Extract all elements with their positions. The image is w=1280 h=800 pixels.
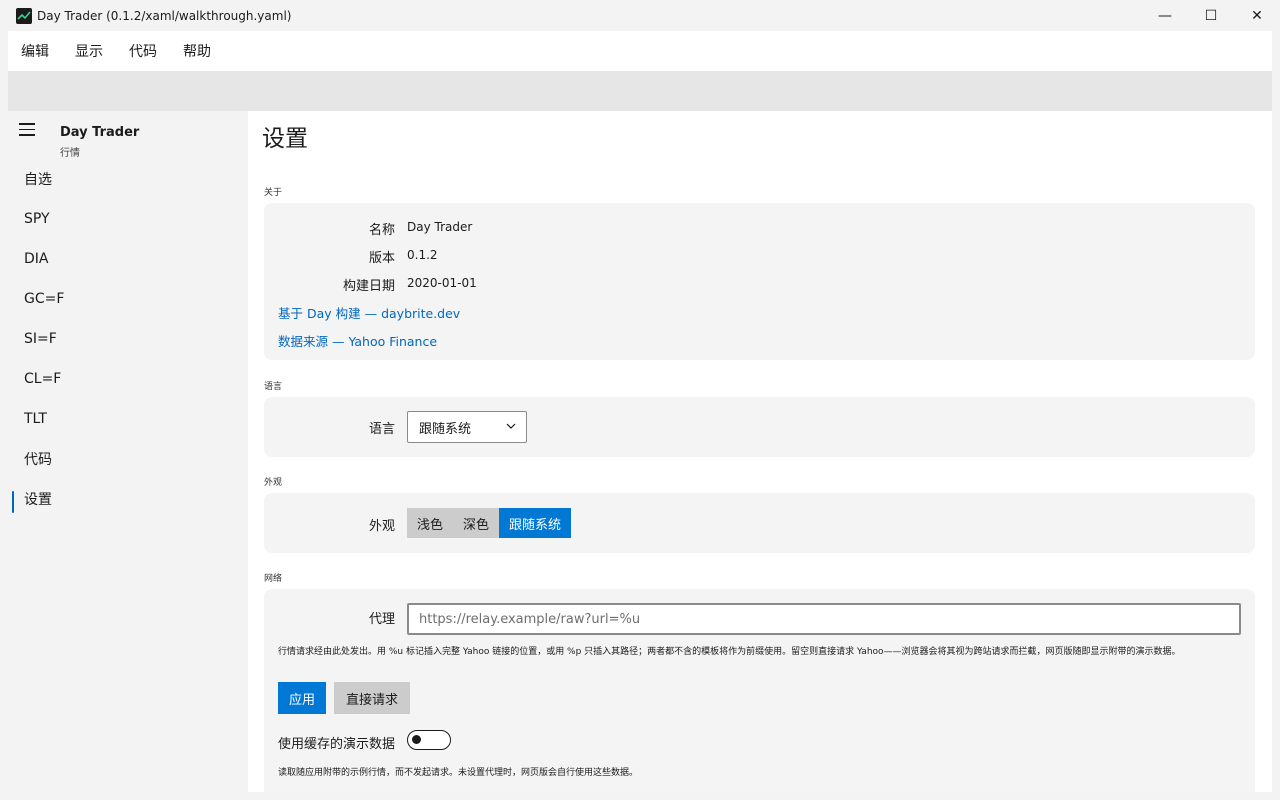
maximize-button[interactable]: ☐ — [1188, 0, 1234, 31]
close-icon: ✕ — [1251, 7, 1263, 24]
proxy-label: 代理 — [368, 612, 395, 627]
appearance-label: 外观 — [368, 519, 395, 534]
data-source-link[interactable]: 数据来源 — Yahoo Finance — [278, 331, 437, 350]
sidebar-item-watchlist[interactable]: 自选 — [8, 159, 248, 199]
minimize-button[interactable]: — — [1142, 0, 1188, 31]
sidebar: Day Trader 行情 自选 SPY DIA GC=F SI=F CL=F … — [8, 111, 248, 792]
toggle-knob — [412, 735, 421, 744]
nav-list: 自选 SPY DIA GC=F SI=F CL=F TLT 代码 设置 — [8, 159, 248, 519]
close-button[interactable]: ✕ — [1234, 0, 1280, 31]
build-date-value: 2020-01-01 — [407, 276, 477, 290]
version-label: 版本 — [368, 251, 395, 266]
apply-button[interactable]: 应用 — [278, 682, 326, 714]
theme-system-button[interactable]: 跟随系统 — [499, 508, 572, 538]
sidebar-item-code[interactable]: 代码 — [8, 439, 248, 479]
version-value: 0.1.2 — [407, 248, 438, 262]
theme-dark-button[interactable]: 深色 — [453, 508, 500, 538]
sidebar-item-spy[interactable]: SPY — [8, 199, 248, 239]
sidebar-item-gold[interactable]: GC=F — [8, 279, 248, 319]
name-label: 名称 — [368, 223, 395, 238]
app-chart-icon — [16, 7, 32, 24]
language-select[interactable]: 跟随系统 — [407, 411, 527, 443]
menu-edit[interactable]: 编辑 — [8, 41, 62, 61]
demo-data-toggle[interactable] — [407, 730, 451, 750]
build-date-label: 构建日期 — [342, 279, 395, 294]
chevron-down-icon — [506, 423, 516, 429]
proxy-help-text: 行情请求经由此处发出。用 %u 标记插入完整 Yahoo 链接的位置，或用 %p… — [278, 647, 1181, 657]
title-bar: Day Trader (0.1.2/xaml/walkthrough.yaml)… — [0, 0, 1280, 31]
proxy-placeholder: https://relay.example/raw?url=%u — [419, 611, 641, 627]
menu-help[interactable]: 帮助 — [170, 41, 224, 61]
section-language-label: 语言 — [264, 382, 283, 392]
sidebar-item-tlt[interactable]: TLT — [8, 399, 248, 439]
menu-view[interactable]: 显示 — [62, 41, 116, 61]
demo-data-help-text: 读取随应用附带的示例行情，而不发起请求。未设置代理时，网页版会自行使用这些数据。 — [278, 768, 639, 778]
name-value: Day Trader — [407, 220, 473, 234]
settings-page: 设置 关于 名称 Day Trader 版本 0.1.2 构建日期 2020-0… — [248, 111, 1272, 792]
about-card: 名称 Day Trader 版本 0.1.2 构建日期 2020-01-01 基… — [264, 203, 1255, 360]
sidebar-item-settings[interactable]: 设置 — [8, 479, 248, 519]
demo-data-toggle-label: 使用缓存的演示数据 — [278, 737, 396, 752]
hamburger-menu-icon[interactable] — [19, 123, 37, 137]
toolbar-strip — [8, 71, 1272, 111]
network-card: 代理 https://relay.example/raw?url=%u 行情请求… — [264, 589, 1255, 792]
sidebar-item-dia[interactable]: DIA — [8, 239, 248, 279]
section-appearance-label: 外观 — [264, 478, 283, 488]
minimize-icon: — — [1158, 7, 1172, 24]
proxy-input[interactable]: https://relay.example/raw?url=%u — [407, 603, 1241, 635]
language-select-value: 跟随系统 — [419, 421, 472, 437]
language-card: 语言 跟随系统 — [264, 397, 1255, 457]
language-label: 语言 — [368, 422, 395, 437]
page-title: 设置 — [262, 126, 308, 152]
section-network-label: 网络 — [264, 574, 283, 584]
sidebar-item-silver[interactable]: SI=F — [8, 319, 248, 359]
window-title: Day Trader (0.1.2/xaml/walkthrough.yaml) — [37, 8, 292, 23]
direct-request-button[interactable]: 直接请求 — [334, 682, 410, 714]
window-controls: — ☐ ✕ — [1142, 0, 1280, 31]
nav-title: Day Trader — [60, 125, 140, 140]
nav-subtitle: 行情 — [60, 148, 80, 159]
sidebar-item-crude[interactable]: CL=F — [8, 359, 248, 399]
maximize-icon: ☐ — [1204, 7, 1218, 24]
menu-bar: 编辑 显示 代码 帮助 — [8, 31, 1272, 71]
appearance-card: 外观 浅色 深色 跟随系统 — [264, 493, 1255, 553]
day-framework-link[interactable]: 基于 Day 构建 — daybrite.dev — [278, 303, 460, 322]
theme-light-button[interactable]: 浅色 — [407, 508, 454, 538]
theme-segmented-control: 浅色 深色 跟随系统 — [407, 508, 572, 538]
menu-code[interactable]: 代码 — [116, 41, 170, 61]
section-about-label: 关于 — [264, 188, 283, 198]
